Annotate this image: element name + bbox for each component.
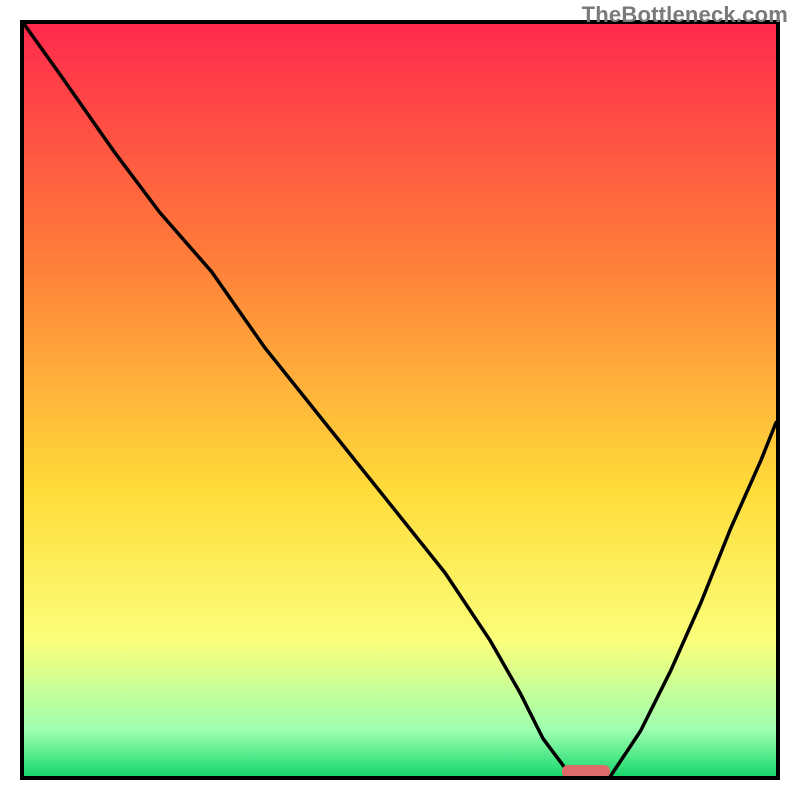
plot-area [24, 24, 776, 778]
chart-stage: TheBottleneck.com [0, 0, 800, 800]
watermark-text: TheBottleneck.com [582, 2, 788, 28]
bottleneck-chart [0, 0, 800, 800]
gradient-background [24, 24, 776, 776]
